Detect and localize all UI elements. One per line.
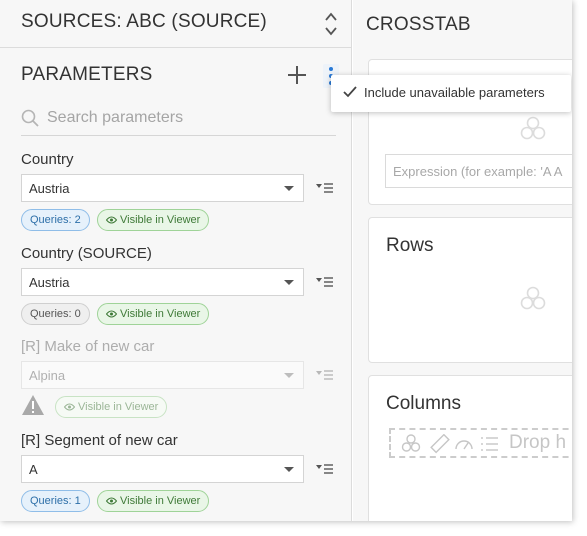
chevron-down-icon xyxy=(284,467,294,472)
filter-list-icon[interactable] xyxy=(316,181,334,195)
columns-card[interactable]: Columns Drop h xyxy=(368,375,572,521)
eye-icon xyxy=(106,216,117,224)
filter-list-icon[interactable] xyxy=(316,275,334,289)
add-parameter-icon[interactable] xyxy=(287,65,307,85)
menu-item-label: Include unavailable parameters xyxy=(364,85,545,100)
queries-badge[interactable]: Queries: 0 xyxy=(21,303,90,325)
parameter-label: [R] Make of new car xyxy=(21,338,155,355)
eye-icon xyxy=(64,403,75,411)
sort-updown-icon[interactable] xyxy=(324,11,338,37)
warning-icon xyxy=(22,395,44,415)
sources-title: SOURCES: ABC (SOURCE) xyxy=(21,11,267,32)
columns-dropzone[interactable]: Drop h xyxy=(389,428,572,458)
parameters-panel: SOURCES: ABC (SOURCE) PARAMETERS Cou xyxy=(0,0,352,521)
field-type-icons xyxy=(401,434,498,454)
visible-label: Visible in Viewer xyxy=(120,495,201,507)
queries-badge[interactable]: Queries: 1 xyxy=(21,490,90,512)
molecule-icon xyxy=(401,434,421,452)
list-icon xyxy=(481,437,498,451)
visible-in-viewer-badge[interactable]: Visible in Viewer xyxy=(97,209,210,231)
visible-label: Visible in Viewer xyxy=(120,308,201,320)
parameter-select: Alpina xyxy=(21,361,304,389)
parameter-item: [R] Segment of new car A Queries: 1 Visi… xyxy=(21,431,341,512)
parameter-select[interactable]: Austria xyxy=(21,268,304,296)
chevron-down-icon xyxy=(284,280,294,285)
sources-header[interactable]: SOURCES: ABC (SOURCE) xyxy=(0,0,351,48)
expression-input[interactable]: Expression (for example: 'A A xyxy=(385,154,572,188)
filter-list-icon[interactable] xyxy=(316,462,334,476)
select-value: Austria xyxy=(29,275,70,290)
parameter-label: [R] Segment of new car xyxy=(21,432,178,449)
molecule-icon xyxy=(520,286,546,310)
parameter-select[interactable]: A xyxy=(21,455,304,483)
columns-title: Columns xyxy=(386,393,461,414)
chevron-down-icon xyxy=(284,373,294,378)
select-value: Austria xyxy=(29,181,70,196)
parameter-search xyxy=(21,104,336,136)
ruler-icon xyxy=(430,434,450,454)
parameter-label: Country xyxy=(21,151,74,168)
search-input[interactable] xyxy=(47,106,332,130)
rows-card[interactable]: Rows xyxy=(368,217,572,363)
visible-in-viewer-badge[interactable]: Visible in Viewer xyxy=(97,303,210,325)
parameters-title: PARAMETERS xyxy=(21,64,153,85)
parameter-item: Country Austria Queries: 2 Visible in Vi… xyxy=(21,150,341,231)
eye-icon xyxy=(106,310,117,318)
rows-title: Rows xyxy=(386,235,434,256)
visible-label: Visible in Viewer xyxy=(120,214,201,226)
chevron-down-icon xyxy=(284,186,294,191)
eye-icon xyxy=(106,497,117,505)
visible-in-viewer-badge: Visible in Viewer xyxy=(55,396,168,418)
parameter-item-unavailable: [R] Make of new car Alpina Visible in Vi… xyxy=(21,337,341,418)
molecule-icon xyxy=(520,116,546,140)
select-value: A xyxy=(29,462,38,477)
drop-hint: Drop h xyxy=(509,432,567,453)
search-icon xyxy=(21,109,39,127)
check-icon xyxy=(343,86,357,98)
gauge-icon xyxy=(455,440,473,450)
app-window: SOURCES: ABC (SOURCE) PARAMETERS Cou xyxy=(0,0,572,521)
parameter-select[interactable]: Austria xyxy=(21,174,304,202)
visible-label: Visible in Viewer xyxy=(78,401,159,413)
crosstab-title: CROSSTAB xyxy=(366,14,471,35)
select-value: Alpina xyxy=(29,368,66,383)
queries-badge[interactable]: Queries: 2 xyxy=(21,209,90,231)
filter-list-icon xyxy=(316,370,333,380)
parameter-item: Country (SOURCE) Austria Queries: 0 Visi… xyxy=(21,244,341,325)
visible-in-viewer-badge[interactable]: Visible in Viewer xyxy=(97,490,210,512)
parameter-label: Country (SOURCE) xyxy=(21,245,152,262)
options-menu: Include unavailable parameters xyxy=(331,75,571,112)
